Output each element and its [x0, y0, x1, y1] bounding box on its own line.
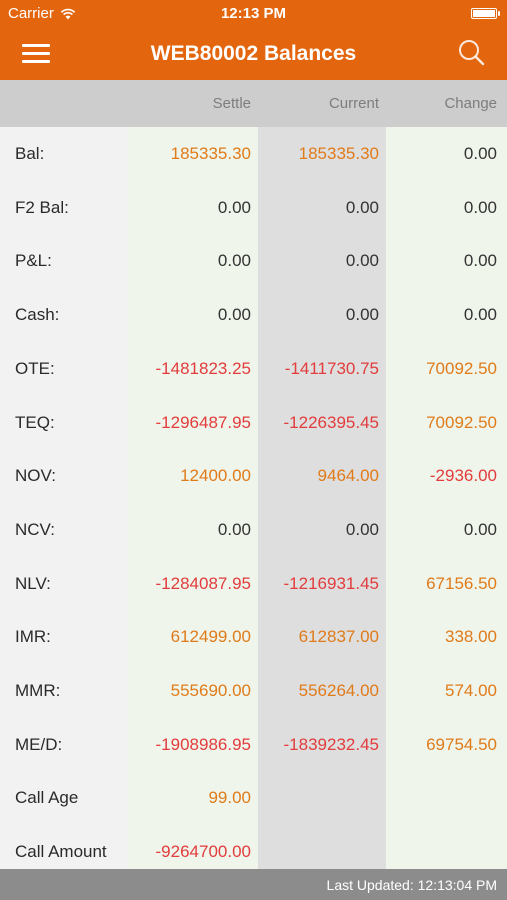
settle-value: 12400.00: [180, 466, 251, 486]
change-value: 67156.50: [426, 573, 497, 593]
search-icon[interactable]: [455, 36, 489, 70]
table-row: ME/D: -1908986.95 -1839232.45 69754.50: [0, 718, 507, 772]
column-header: Settle Current Change: [0, 80, 507, 127]
current-value: 0.00: [345, 305, 379, 325]
change-value: -2936.00: [429, 466, 497, 486]
row-label: P&L:: [15, 251, 52, 271]
table-row: IMR: 612499.00 612837.00 338.00: [0, 610, 507, 664]
change-value: 0.00: [463, 197, 497, 217]
settle-value: 0.00: [217, 305, 251, 325]
table-row: P&L: 0.00 0.00 0.00: [0, 234, 507, 288]
row-label: IMR:: [15, 627, 51, 647]
change-value: 0.00: [463, 305, 497, 325]
table-row: Call Age 99.00: [0, 771, 507, 825]
settle-value: 0.00: [217, 519, 251, 539]
settle-value: 0.00: [217, 197, 251, 217]
change-value: 70092.50: [426, 412, 497, 432]
table-row: Cash: 0.00 0.00 0.00: [0, 288, 507, 342]
row-label: NLV:: [15, 573, 51, 593]
table-row: OTE: -1481823.25 -1411730.75 70092.50: [0, 342, 507, 396]
table-row: NLV: -1284087.95 -1216931.45 67156.50: [0, 557, 507, 611]
current-value: 185335.30: [298, 144, 379, 163]
settle-value: 555690.00: [170, 681, 251, 700]
table-row: Bal: 185335.30 185335.30 0.00: [0, 127, 507, 181]
header-settle: Settle: [212, 95, 251, 112]
current-value: 9464.00: [317, 466, 379, 486]
current-value: -1216931.45: [283, 573, 379, 593]
last-updated-label: Last Updated: 12:13:04 PM: [326, 877, 497, 893]
current-value: 0.00: [345, 197, 379, 217]
battery-icon: [471, 8, 500, 19]
current-value: 612837.00: [298, 627, 379, 647]
header-change: Change: [444, 95, 497, 112]
current-value: -1226395.45: [283, 412, 379, 432]
current-value: 0.00: [345, 251, 379, 271]
settle-value: -1296487.95: [155, 412, 251, 432]
settle-value: -1481823.25: [155, 358, 251, 378]
row-label: NOV:: [15, 466, 56, 486]
settle-value: 612499.00: [170, 627, 251, 647]
table-row: TEQ: -1296487.95 -1226395.45 70092.50: [0, 396, 507, 450]
table-row: NOV: 12400.00 9464.00 -2936.00: [0, 449, 507, 503]
status-time: 12:13 PM: [220, 5, 287, 22]
change-value: 0.00: [463, 144, 497, 163]
settle-value: -1908986.95: [155, 734, 251, 754]
change-value: 69754.50: [426, 734, 497, 754]
settle-value: 99.00: [208, 788, 251, 808]
row-label: TEQ:: [15, 412, 55, 432]
table-row: NCV: 0.00 0.00 0.00: [0, 503, 507, 557]
change-value: 338.00: [445, 627, 497, 647]
settle-value: -9264700.00: [155, 842, 251, 862]
current-value: 556264.00: [298, 681, 379, 700]
change-value: 70092.50: [426, 358, 497, 378]
header-current: Current: [328, 95, 379, 112]
row-label: Call Amount: [15, 842, 107, 862]
row-label: MMR:: [15, 681, 61, 700]
settle-value: 0.00: [217, 251, 251, 271]
balances-screen: Carrier 12:13 PM WEB80002 Balances Settl…: [0, 0, 507, 900]
row-label: Bal:: [15, 144, 45, 163]
row-label: Cash:: [15, 305, 60, 325]
change-value: 574.00: [445, 681, 497, 700]
row-label: F2 Bal:: [15, 197, 69, 217]
settle-value: 185335.30: [170, 144, 251, 163]
change-value: 0.00: [463, 251, 497, 271]
settle-value: -1284087.95: [155, 573, 251, 593]
footer-bar: Last Updated: 12:13:04 PM: [0, 869, 507, 900]
current-value: -1839232.45: [283, 734, 379, 754]
table-row: F2 Bal: 0.00 0.00 0.00: [0, 181, 507, 235]
row-label: Call Age: [15, 788, 79, 808]
nav-bar: WEB80002 Balances: [0, 28, 507, 80]
status-bar: Carrier 12:13 PM: [0, 0, 507, 28]
change-value: 0.00: [463, 519, 497, 539]
table-row: MMR: 555690.00 556264.00 574.00: [0, 664, 507, 718]
page-title: WEB80002 Balances: [150, 42, 357, 65]
current-value: -1411730.75: [284, 358, 379, 378]
row-label: OTE:: [15, 358, 55, 378]
row-label: ME/D:: [15, 734, 63, 754]
row-label: NCV:: [15, 519, 55, 539]
current-value: 0.00: [345, 519, 379, 539]
